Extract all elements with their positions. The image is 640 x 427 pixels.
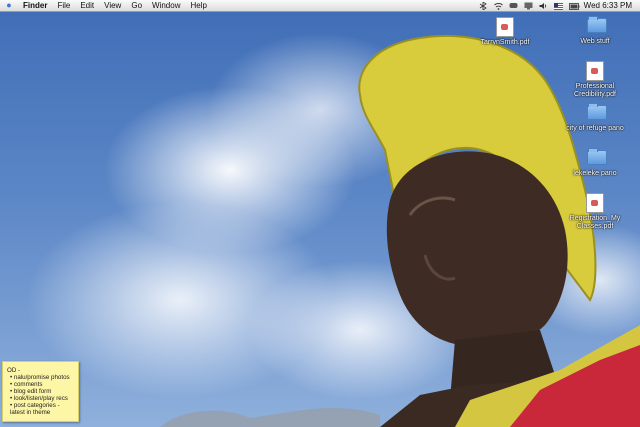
apple-menu-icon[interactable]: ● <box>0 0 18 11</box>
sticky-note[interactable]: OD - • nalu/promise photos • comments • … <box>2 361 79 422</box>
folder-icon <box>587 148 607 165</box>
pdf-document-icon <box>496 17 514 37</box>
menu-finder[interactable]: Finder <box>18 0 52 11</box>
sticky-note-item: • post categories - latest in theme <box>10 402 60 416</box>
menu-extras: Wed 6:33 PM <box>479 0 640 11</box>
flag-us-icon[interactable] <box>553 2 563 10</box>
sticky-note-item: • comments <box>10 381 43 388</box>
desktop-icon-label: city of refuge pano <box>566 125 624 132</box>
volume-icon[interactable] <box>539 2 548 9</box>
battery-icon[interactable] <box>568 2 580 10</box>
desktop-wallpaper <box>0 0 640 427</box>
menu-file[interactable]: File <box>52 0 75 11</box>
sticky-note-item: • look/listen/play recs <box>10 395 68 402</box>
menu-help[interactable]: Help <box>185 0 211 11</box>
desktop-icon-label: Registration_My Classes.pdf <box>569 215 621 230</box>
menu-bar: ● Finder File Edit View Go Window Help W… <box>0 0 640 12</box>
statue-image <box>160 34 640 427</box>
folder-icon <box>587 16 607 33</box>
desktop-icon-web-stuff[interactable]: Web stuff <box>560 14 630 46</box>
folder-icon <box>587 103 607 120</box>
bluetooth-icon[interactable] <box>479 1 488 11</box>
ichat-icon[interactable] <box>509 2 518 9</box>
pdf-document-icon <box>586 193 604 213</box>
menu-view[interactable]: View <box>99 0 126 11</box>
desktop-icon-label: TarrynSmith.pdf <box>480 39 530 46</box>
desktop-icon-label: Web stuff <box>580 38 610 45</box>
pdf-document-icon <box>586 61 604 81</box>
sticky-note-item: • nalu/promise photos <box>10 374 70 381</box>
desktop-icon-lekeleke-pano[interactable]: lekeleke pano <box>560 146 630 178</box>
menu-window[interactable]: Window <box>147 0 185 11</box>
menu-go[interactable]: Go <box>126 0 147 11</box>
desktop-icon-city-of-refuge-pano[interactable]: city of refuge pano <box>560 101 630 133</box>
display-icon[interactable] <box>524 2 533 10</box>
menu-clock[interactable]: Wed 6:33 PM <box>584 0 632 11</box>
wifi-icon[interactable] <box>493 2 503 10</box>
desktop-icon-label: lekeleke pano <box>573 170 617 177</box>
desktop-icon-registration-pdf[interactable]: Registration_My Classes.pdf <box>560 193 630 231</box>
menu-edit[interactable]: Edit <box>75 0 99 11</box>
sticky-note-title: OD - <box>7 367 21 374</box>
desktop-icon-professional-credibility-pdf[interactable]: Professional Credibility.pdf <box>560 61 630 99</box>
desktop-icon-tarrynsmith-pdf[interactable]: TarrynSmith.pdf <box>470 17 540 47</box>
desktop-icon-label: Professional Credibility.pdf <box>574 83 616 98</box>
sticky-note-item: • blog edit form <box>10 388 52 395</box>
